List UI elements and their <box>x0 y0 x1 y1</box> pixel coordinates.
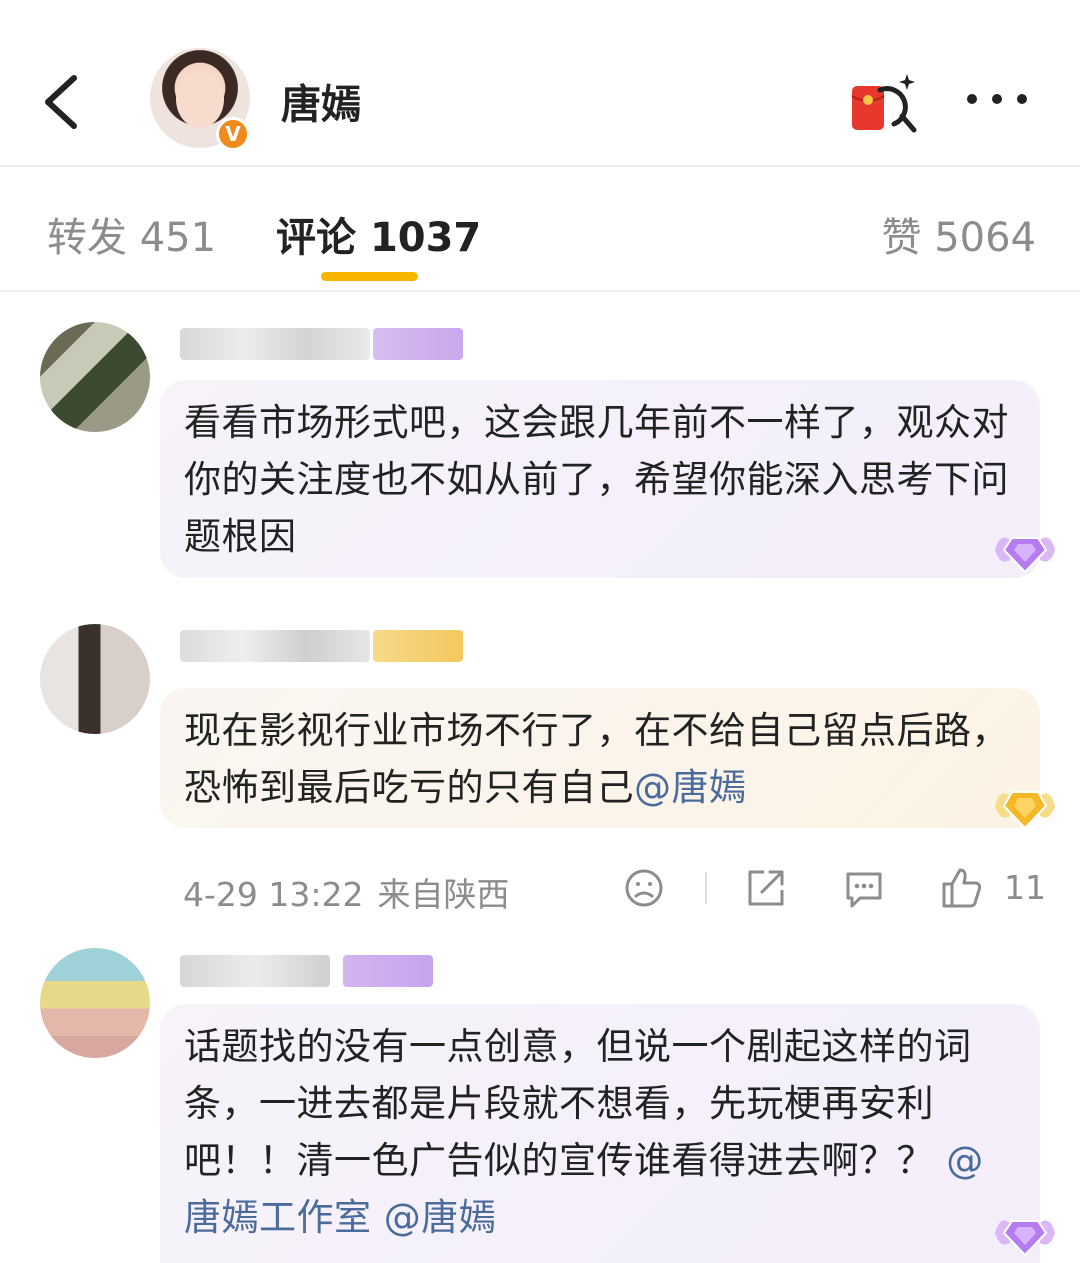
avatar[interactable] <box>40 322 150 432</box>
active-tab-indicator <box>321 272 418 281</box>
tab-label: 赞 <box>881 215 922 261</box>
dislike-face-icon[interactable] <box>622 866 666 910</box>
blurred-username[interactable] <box>180 328 370 360</box>
mention-link[interactable]: @唐嫣 <box>384 1196 497 1239</box>
page-title[interactable]: 唐嫣 <box>281 72 361 130</box>
blurred-badge <box>373 630 463 662</box>
comment-bubble[interactable]: 话题找的没有一点创意，但说一个剧起这样的词条，一进去都是片段就不想看，先玩梗再安… <box>160 1004 1040 1263</box>
verified-badge: V <box>216 117 250 151</box>
comment-meta: 4-29 13:22 来自陕西 <box>183 868 510 916</box>
comment-text: 话题找的没有一点创意，但说一个剧起这样的词条，一进去都是片段就不想看，先玩梗再安… <box>184 1018 1016 1246</box>
tab-likes[interactable]: 赞 5064 <box>881 205 1036 263</box>
tab-repost[interactable]: 转发 451 <box>47 205 216 263</box>
purple-diamond-icon <box>995 1220 1055 1257</box>
like-icon[interactable] <box>940 866 984 910</box>
comment-text: 现在影视行业市场不行了，在不给自己留点后路，恐怖到最后吃亏的只有自己@唐嫣 <box>184 702 1016 816</box>
timestamp: 4-29 13:22 <box>183 875 364 914</box>
tab-count: 451 <box>139 215 217 261</box>
comment-body: 现在影视行业市场不行了，在不给自己留点后路，恐怖到最后吃亏的只有自己 <box>184 709 1009 809</box>
blurred-username[interactable] <box>180 630 370 662</box>
like-count: 11 <box>1004 868 1046 907</box>
tab-label: 转发 <box>47 215 127 261</box>
top-bar: V 唐嫣 <box>0 0 1080 167</box>
back-arrow-icon[interactable] <box>30 60 100 140</box>
blurred-badge <box>373 328 463 360</box>
comment-bubble[interactable]: 看看市场形式吧，这会跟几年前不一样了，观众对你的关注度也不如从前了，希望你能深入… <box>160 380 1040 578</box>
tab-comments[interactable]: 评论 1037 <box>276 205 481 263</box>
red-packet-icon[interactable] <box>850 72 920 134</box>
avatar[interactable] <box>40 948 150 1058</box>
blurred-username[interactable] <box>180 955 330 987</box>
divider <box>705 872 707 904</box>
reply-icon[interactable] <box>842 866 886 910</box>
location: 来自陕西 <box>377 875 510 914</box>
blurred-badge <box>343 955 433 987</box>
comment-bubble[interactable]: 现在影视行业市场不行了，在不给自己留点后路，恐怖到最后吃亏的只有自己@唐嫣 <box>160 688 1040 828</box>
purple-diamond-icon <box>995 537 1055 574</box>
comment-text: 看看市场形式吧，这会跟几年前不一样了，观众对你的关注度也不如从前了，希望你能深入… <box>184 401 1009 558</box>
tab-bar: 转发 451 评论 1037 赞 5064 <box>0 165 1080 292</box>
more-icon[interactable] <box>962 84 1032 114</box>
tab-count: 1037 <box>369 215 482 261</box>
comment-body: 话题找的没有一点创意，但说一个剧起这样的词条，一进去都是片段就不想看，先玩梗再安… <box>184 1025 972 1182</box>
avatar[interactable] <box>40 624 150 734</box>
share-icon[interactable] <box>744 866 788 910</box>
mention-link[interactable]: @唐嫣 <box>634 766 747 809</box>
gold-diamond-icon <box>995 791 1055 830</box>
tab-count: 5064 <box>934 215 1036 261</box>
tab-label: 评论 <box>276 215 356 261</box>
